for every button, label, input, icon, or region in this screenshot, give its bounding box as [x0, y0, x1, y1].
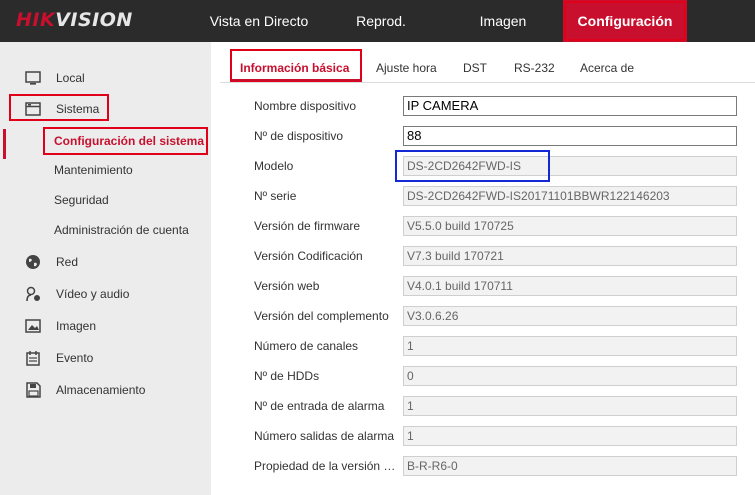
hdd-count-field: 0	[403, 366, 737, 386]
field-label: Número de canales	[254, 339, 359, 353]
sidebar-item-storage[interactable]: Almacenamiento	[0, 377, 211, 403]
nav-configuration-label: Configuración	[577, 13, 673, 29]
tab-basic-information[interactable]: Información básica	[240, 57, 349, 79]
form-row-device-number: Nº de dispositivo 88	[254, 126, 755, 148]
system-icon	[25, 102, 41, 116]
encoding-version-field: V7.3 build 170721	[403, 246, 737, 266]
form-row-web-version: Versión web V4.0.1 build 170711	[254, 276, 755, 298]
field-label: Versión de firmware	[254, 219, 361, 233]
sidebar-subitem-account-management[interactable]: Administración de cuenta	[0, 218, 211, 242]
channel-count-field: 1	[403, 336, 737, 356]
sidebar-subitem-system-settings[interactable]: Configuración del sistema	[0, 129, 211, 159]
top-navigation-bar: HIKVISION Vista en Directo Reprod. Image…	[0, 0, 755, 42]
field-label: Versión web	[254, 279, 320, 293]
sidebar-item-network[interactable]: Red	[0, 249, 211, 275]
sidebar-item-event[interactable]: Evento	[0, 345, 211, 371]
hikvision-logo: HIKVISION	[16, 9, 133, 31]
web-version-field: V4.0.1 build 170711	[403, 276, 737, 296]
field-label: Propiedad de la versión d...	[254, 459, 400, 473]
tab-time-settings[interactable]: Ajuste hora	[376, 57, 437, 79]
event-icon	[26, 351, 40, 366]
sidebar-subitem-label: Mantenimiento	[54, 163, 133, 177]
field-label: Número salidas de alarma	[254, 429, 395, 443]
storage-icon	[26, 382, 41, 398]
sidebar-item-image[interactable]: Imagen	[0, 313, 211, 339]
device-number-input[interactable]: 88	[403, 126, 737, 146]
alarm-outputs-field: 1	[403, 426, 737, 446]
field-label: Nº de entrada de alarma	[254, 399, 385, 413]
form-row-alarm-inputs: Nº de entrada de alarma 1	[254, 396, 755, 418]
form-row-hdd-count: Nº de HDDs 0	[254, 366, 755, 388]
image-icon	[25, 319, 41, 333]
field-label: Versión Codificación	[254, 249, 363, 263]
form-row-alarm-outputs: Número salidas de alarma 1	[254, 426, 755, 448]
sidebar-item-system[interactable]: Sistema	[0, 96, 211, 122]
field-label: Modelo	[254, 159, 294, 173]
form-row-device-name: Nombre dispositivo IP CAMERA	[254, 96, 755, 118]
form-row-channel-count: Número de canales 1	[254, 336, 755, 358]
sidebar-subitem-security[interactable]: Seguridad	[0, 188, 211, 212]
active-tab-underline	[231, 79, 362, 81]
sidebar-subitem-label: Administración de cuenta	[54, 223, 189, 237]
sidebar-subitem-maintenance[interactable]: Mantenimiento	[0, 158, 211, 182]
tab-dst[interactable]: DST	[463, 57, 487, 79]
sidebar-item-local[interactable]: Local	[0, 65, 211, 91]
globe-icon	[26, 255, 40, 269]
sidebar-item-label: Evento	[56, 351, 94, 365]
sidebar-item-label: Vídeo y audio	[56, 287, 130, 301]
video-audio-icon	[26, 286, 40, 302]
field-label: Nº de dispositivo	[254, 129, 344, 143]
sidebar-item-label: Imagen	[56, 319, 97, 333]
field-label: Versión del complemento	[254, 309, 389, 323]
sidebar-item-label: Sistema	[56, 102, 100, 116]
plugin-version-field: V3.0.6.26	[403, 306, 737, 326]
sidebar-item-label: Local	[56, 71, 85, 85]
form-row-serial-number: Nº serie DS-2CD2642FWD-IS20171101BBWR122…	[254, 186, 755, 208]
model-field: DS-2CD2642FWD-IS	[403, 156, 737, 176]
sidebar-item-label: Almacenamiento	[56, 383, 146, 397]
tab-rs232[interactable]: RS-232	[514, 57, 555, 79]
tabs-divider	[220, 82, 755, 83]
nav-image[interactable]: Imagen	[458, 0, 548, 42]
alarm-inputs-field: 1	[403, 396, 737, 416]
serial-number-field: DS-2CD2642FWD-IS20171101BBWR122146203	[403, 186, 737, 206]
form-row-model: Modelo DS-2CD2642FWD-IS	[254, 156, 755, 178]
form-row-firmware-version: Versión de firmware V5.5.0 build 170725	[254, 216, 755, 238]
active-indicator	[3, 129, 6, 159]
field-label: Nº de HDDs	[254, 369, 320, 383]
version-property-field: B-R-R6-0	[403, 456, 737, 476]
sidebar-item-label: Red	[56, 255, 79, 269]
sidebar-subitem-label: Seguridad	[54, 193, 109, 207]
sidebar-item-video-audio[interactable]: Vídeo y audio	[0, 281, 211, 307]
logo-part-2: VISION	[55, 9, 133, 31]
logo-part-1: HIK	[16, 9, 56, 31]
form-row-encoding-version: Versión Codificación V7.3 build 170721	[254, 246, 755, 268]
firmware-version-field: V5.5.0 build 170725	[403, 216, 737, 236]
nav-configuration[interactable]: Configuración	[563, 0, 687, 42]
nav-playback[interactable]: Reprod.	[336, 0, 426, 42]
field-label: Nº serie	[254, 189, 297, 203]
tab-about[interactable]: Acerca de	[580, 57, 634, 79]
form-row-plugin-version: Versión del complemento V3.0.6.26	[254, 306, 755, 328]
sidebar-subitem-label: Configuración del sistema	[54, 134, 205, 148]
field-label: Nombre dispositivo	[254, 99, 357, 113]
monitor-icon	[25, 71, 41, 85]
nav-live-view[interactable]: Vista en Directo	[196, 0, 322, 42]
device-name-input[interactable]: IP CAMERA	[403, 96, 737, 116]
form-row-version-property: Propiedad de la versión d... B-R-R6-0	[254, 456, 755, 478]
